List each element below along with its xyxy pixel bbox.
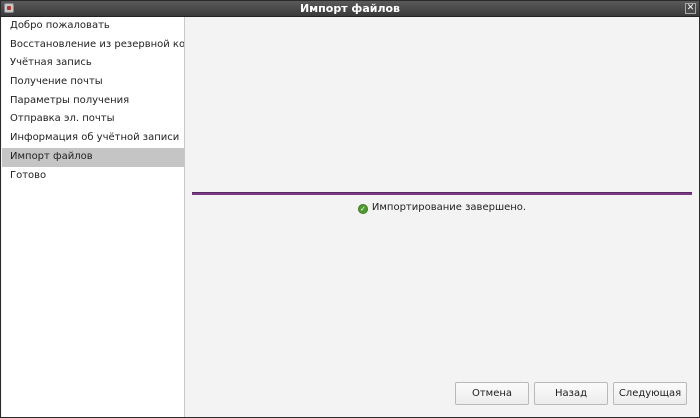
step-receiving-mail: Получение почты [10,76,103,88]
step-receiving-options: Параметры получения [10,94,130,106]
step-welcome: Добро пожаловать [10,20,110,31]
step-sending-email: Отправка эл. почты [10,113,115,125]
title-bar[interactable]: Импорт файлов ✕ [1,1,699,17]
step-import-files: Импорт файлов [2,147,184,167]
import-files-dialog: Импорт файлов ✕ Добро пожаловать Восстан… [0,0,700,418]
window-title: Импорт файлов [299,2,401,15]
import-progress-bar [192,192,692,195]
close-button[interactable]: ✕ [685,3,696,14]
assistant-steps-sidebar: Добро пожаловать Восстановление из резер… [2,17,185,417]
next-button[interactable]: Следующая [613,382,687,405]
success-check-icon: ✓ [357,204,368,214]
cancel-button[interactable]: Отмена [455,382,529,405]
step-restore-from-backup: Восстановление из резервной копии [10,38,184,50]
import-status-text: Импортирование завершено. [371,202,527,213]
back-button[interactable]: Назад [534,382,608,405]
step-done: Готово [10,169,47,181]
step-account-information: Информация об учётной записи [10,132,180,144]
import-content-area: ✓ Импортирование завершено. Отмена Назад … [185,17,699,417]
import-status: ✓ Импортирование завершено. [185,202,699,214]
step-account: Учётная запись [10,57,92,69]
